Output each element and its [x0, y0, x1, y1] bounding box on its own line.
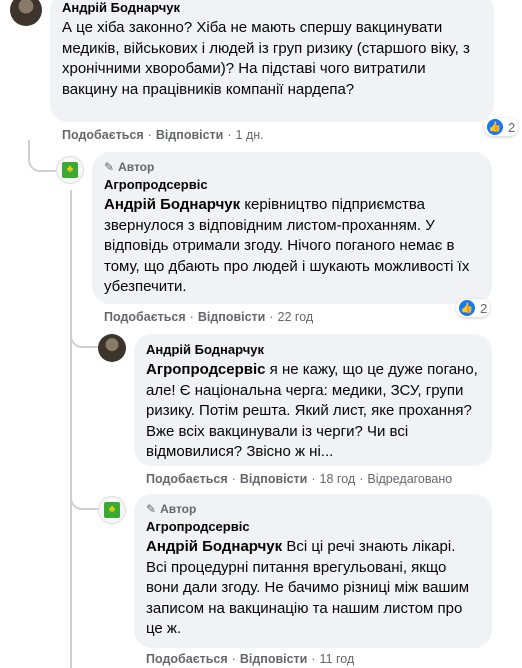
like-button[interactable]: Подобається	[146, 652, 228, 666]
comment-bubble: Андрій Боднарчук А це хіба законно? Хіба…	[50, 0, 494, 122]
edited-label[interactable]: Відредаговано	[367, 472, 452, 486]
comment-actions: Подобається · Відповісти · 11 год	[146, 652, 354, 666]
comment-author[interactable]: Андрій Боднарчук	[62, 0, 482, 15]
separator: ·	[311, 652, 316, 666]
mention-link[interactable]: Агропродсервіс	[146, 361, 266, 378]
timestamp[interactable]: 1 дн.	[236, 128, 264, 142]
reaction-count[interactable]: 👍 2	[484, 118, 519, 136]
pen-icon: ✎	[104, 160, 115, 174]
like-icon: 👍	[487, 119, 503, 135]
author-badge-label: Автор	[118, 160, 155, 174]
comment-actions: Подобається · Відповісти · 1 дн.	[62, 128, 264, 142]
like-icon: 👍	[459, 300, 475, 316]
separator: ·	[269, 310, 274, 324]
comment-author[interactable]: Агропродсервіс	[104, 177, 480, 192]
mention-link[interactable]: Андрій Боднарчук	[104, 196, 240, 213]
author-badge: ✎ Автор	[146, 502, 480, 516]
comment-text: А це хіба законно? Хіба не мають спершу …	[62, 19, 470, 98]
like-button[interactable]: Подобається	[62, 128, 144, 142]
separator: ·	[311, 472, 316, 486]
company-logo-icon: ♣	[62, 162, 78, 178]
separator: ·	[227, 128, 232, 142]
comment-author[interactable]: Андрій Боднарчук	[146, 342, 480, 357]
thread-elbow-reply-2	[70, 310, 98, 348]
company-logo-icon: ♣	[104, 502, 120, 518]
comment-bubble: ✎ Автор Агропродсервіс Андрій Боднарчук …	[92, 152, 492, 304]
comment-actions: Подобається · Відповісти · 22 год	[104, 310, 313, 324]
separator: ·	[189, 310, 194, 324]
comment-text: Агропродсервіс я не кажу, що це дуже пог…	[146, 360, 480, 463]
like-button[interactable]: Подобається	[104, 310, 186, 324]
avatar[interactable]	[98, 334, 126, 362]
reply-button[interactable]: Відповісти	[198, 310, 266, 324]
separator: ·	[147, 128, 152, 142]
pen-icon: ✎	[146, 502, 157, 516]
mention-link[interactable]: Андрій Боднарчук	[146, 538, 282, 555]
author-badge: ✎ Автор	[104, 160, 480, 174]
comment-bubble: ✎ Автор Агропродсервіс Андрій Боднарчук …	[134, 494, 492, 648]
reply-button[interactable]: Відповісти	[240, 472, 308, 486]
comment-actions: Подобається · Відповісти · 18 год · Відр…	[146, 472, 452, 486]
comment-text: Андрій Боднарчук Всі ці речі знають ліка…	[146, 537, 480, 640]
reaction-count-value: 2	[480, 300, 488, 316]
separator: ·	[231, 652, 236, 666]
reaction-count-value: 2	[508, 119, 516, 135]
reaction-count[interactable]: 👍 2	[456, 299, 491, 317]
separator: ·	[359, 472, 364, 486]
avatar[interactable]: ♣	[56, 156, 84, 184]
reply-button[interactable]: Відповісти	[240, 652, 308, 666]
like-button[interactable]: Подобається	[146, 472, 228, 486]
comment-bubble: Андрій Боднарчук Агропродсервіс я не каж…	[134, 334, 492, 466]
timestamp[interactable]: 22 год	[278, 310, 314, 324]
thread-elbow-reply-3	[70, 478, 98, 510]
comment-author[interactable]: Агропродсервіс	[146, 519, 480, 534]
author-badge-label: Автор	[160, 502, 197, 516]
thread-elbow-reply-1	[28, 140, 56, 172]
thread-line-main	[70, 190, 72, 668]
reply-button[interactable]: Відповісти	[156, 128, 224, 142]
timestamp[interactable]: 11 год	[320, 652, 355, 666]
avatar[interactable]	[10, 0, 42, 26]
timestamp[interactable]: 18 год	[320, 472, 356, 486]
comment-text: Андрій Боднарчук керівництво підприємств…	[104, 195, 480, 298]
separator: ·	[231, 472, 236, 486]
avatar[interactable]: ♣	[98, 496, 126, 524]
